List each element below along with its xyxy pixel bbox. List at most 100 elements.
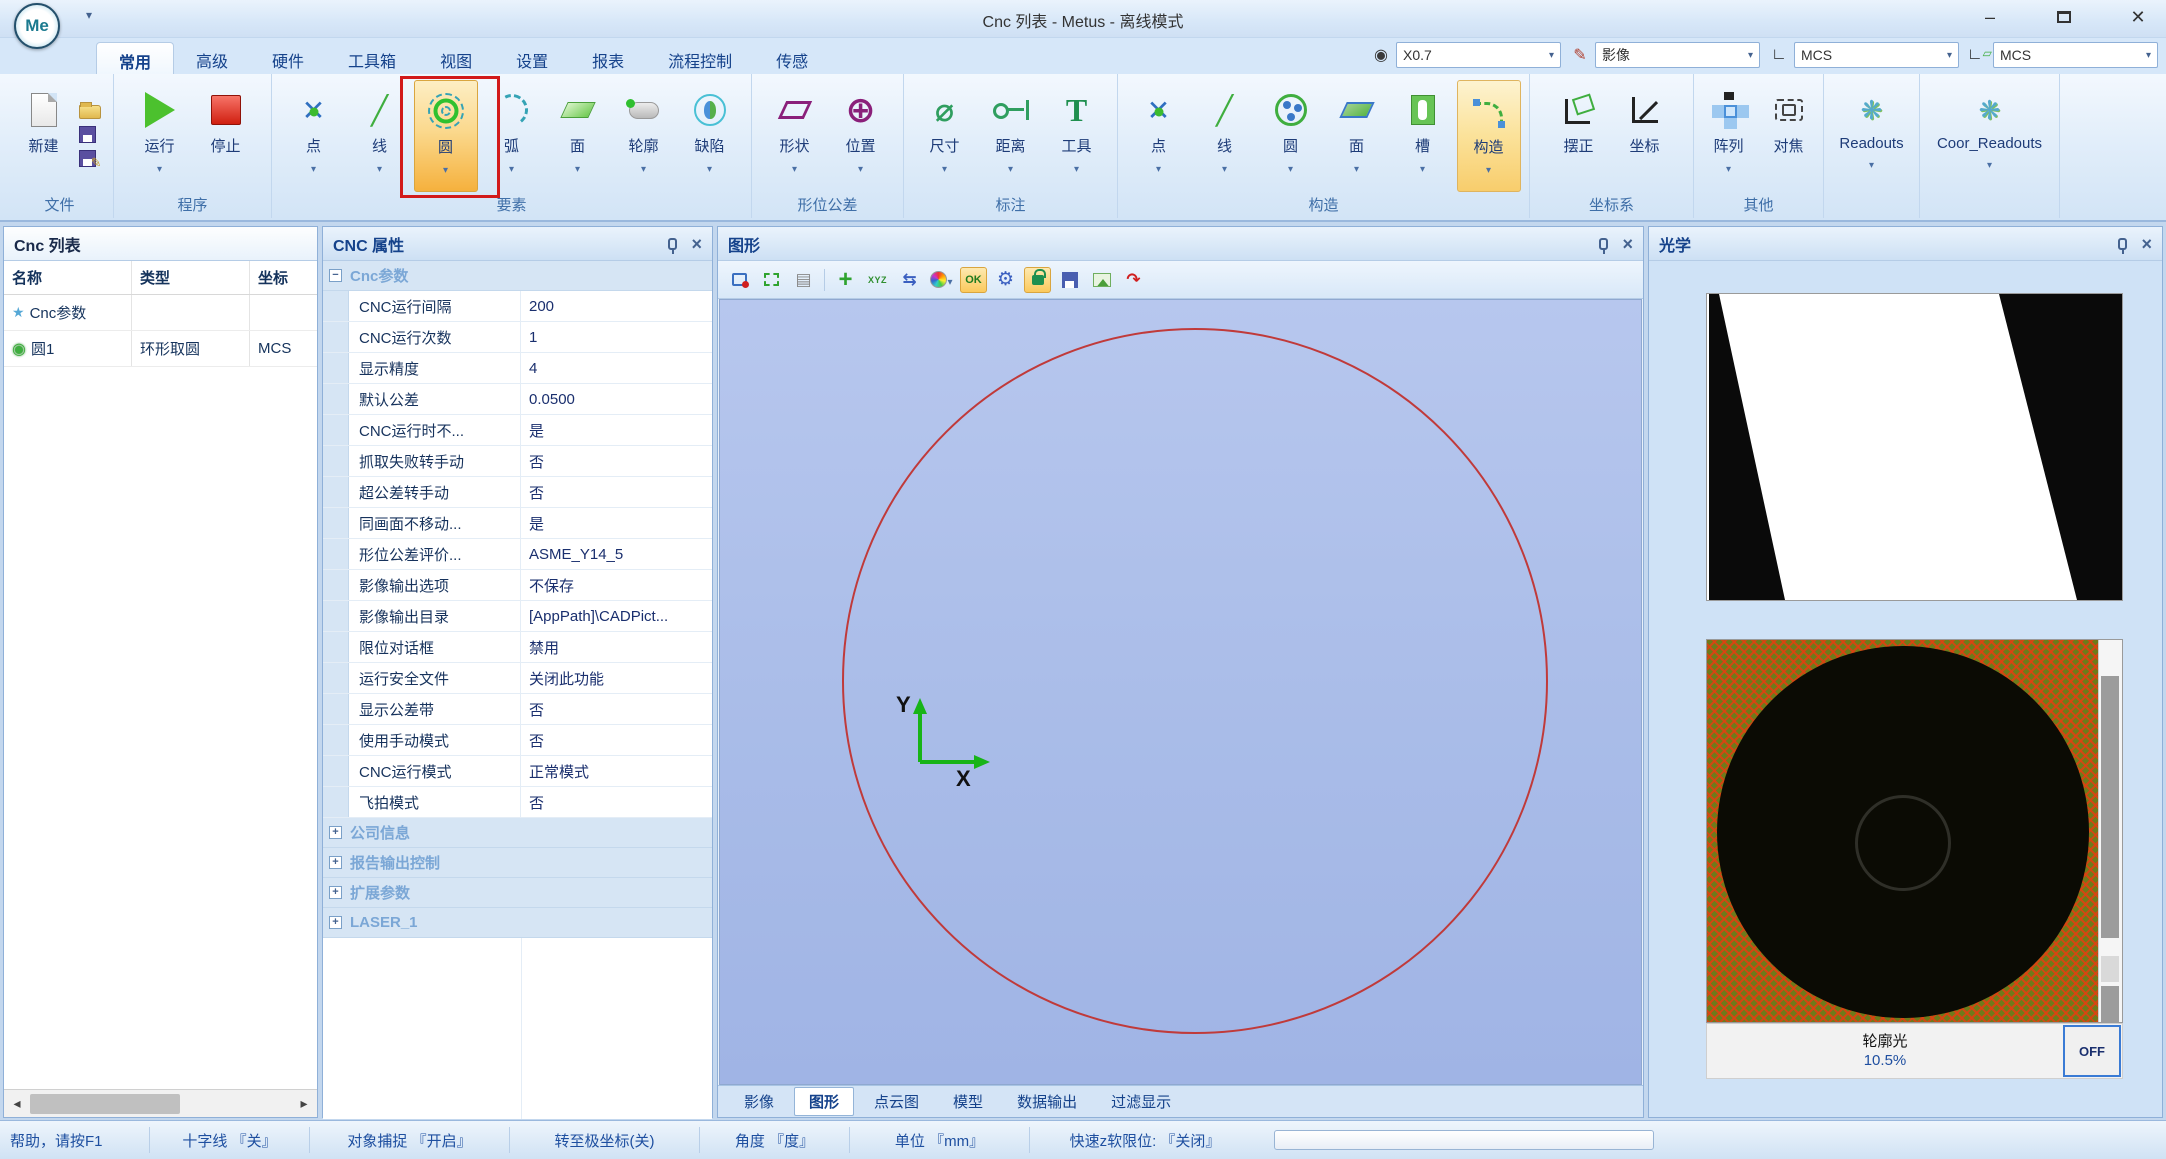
tab-filter-display-view[interactable]: 过滤显示 xyxy=(1097,1088,1185,1115)
measure-circle-button[interactable]: 圆 xyxy=(414,80,478,192)
lock-view-button[interactable] xyxy=(1024,267,1051,293)
collapsed-group[interactable]: 公司信息 xyxy=(323,818,712,848)
measure-point-button[interactable]: 点 xyxy=(282,80,346,192)
pin-icon[interactable] xyxy=(1599,238,1608,250)
gdt-position-button[interactable]: 位置 xyxy=(829,80,893,192)
property-value[interactable]: 不保存 xyxy=(521,570,712,600)
property-value[interactable]: 否 xyxy=(521,787,712,817)
property-value[interactable]: [AppPath]\CADPict... xyxy=(521,601,712,631)
coordinate-button[interactable]: 坐标 xyxy=(1613,80,1677,192)
array-button[interactable]: 阵列 xyxy=(1700,80,1758,192)
settings-button[interactable] xyxy=(992,267,1019,293)
expand-icon[interactable] xyxy=(329,886,342,899)
align-button[interactable]: 摆正 xyxy=(1547,80,1611,192)
annotation-tool-button[interactable]: 工具 xyxy=(1045,80,1109,192)
property-value[interactable]: 4 xyxy=(521,353,712,383)
expand-icon[interactable] xyxy=(329,826,342,839)
tab-home[interactable]: 常用 xyxy=(96,42,174,74)
vertical-scrollbar[interactable] xyxy=(2098,640,2122,1022)
new-file-button[interactable]: 新建 xyxy=(15,80,73,192)
property-value[interactable]: ASME_Y14_5 xyxy=(521,539,712,569)
collapsed-group[interactable]: 报告输出控制 xyxy=(323,848,712,878)
construct-plane-button[interactable]: 面 xyxy=(1325,80,1389,192)
tab-settings[interactable]: 设置 xyxy=(494,42,570,74)
close-button[interactable]: ✕ xyxy=(2120,4,2156,30)
horizontal-scrollbar[interactable]: ◂ ▸ xyxy=(4,1089,317,1117)
measure-line-button[interactable]: 线 xyxy=(348,80,412,192)
tab-advanced[interactable]: 高级 xyxy=(174,42,250,74)
property-value[interactable]: 否 xyxy=(521,725,712,755)
dimension-distance-button[interactable]: 距离 xyxy=(979,80,1043,192)
scroll-left-icon[interactable]: ◂ xyxy=(4,1095,30,1112)
status-crosshair-toggle[interactable]: 十字线 『关』 xyxy=(150,1127,310,1153)
quick-access-caret-icon[interactable]: ▾ xyxy=(86,8,92,22)
status-object-snap-toggle[interactable]: 对象捕捉 『开启』 xyxy=(310,1127,510,1153)
column-header-coord[interactable]: 坐标 xyxy=(250,261,317,294)
measure-defect-button[interactable]: 缺陷 xyxy=(678,80,742,192)
property-value[interactable]: 1 xyxy=(521,322,712,352)
scrollbar-thumb[interactable] xyxy=(30,1094,180,1114)
light-off-button[interactable]: OFF xyxy=(2063,1025,2121,1077)
close-icon[interactable]: × xyxy=(2141,235,2152,253)
property-value[interactable]: 否 xyxy=(521,477,712,507)
tab-view[interactable]: 视图 xyxy=(418,42,494,74)
column-header-name[interactable]: 名称 xyxy=(4,261,132,294)
scroll-right-icon[interactable]: ▸ xyxy=(291,1095,317,1112)
collapsed-group[interactable]: LASER_1 xyxy=(323,908,712,938)
ok-confirm-button[interactable]: OK xyxy=(960,267,987,293)
property-value[interactable]: 是 xyxy=(521,415,712,445)
property-value[interactable]: 0.0500 xyxy=(521,384,712,414)
zoom-level-combo[interactable]: X0.7▾ xyxy=(1370,42,1561,68)
pin-icon[interactable] xyxy=(2118,238,2127,250)
column-header-type[interactable]: 类型 xyxy=(132,261,250,294)
construct-button[interactable]: 构造 xyxy=(1457,80,1521,192)
tab-sensor[interactable]: 传感 xyxy=(754,42,830,74)
tab-pointcloud-view[interactable]: 点云图 xyxy=(860,1088,933,1115)
tab-graphics-view[interactable]: 图形 xyxy=(794,1087,854,1116)
drawing-canvas[interactable]: Y X xyxy=(719,299,1642,1085)
readouts-button[interactable]: Readouts xyxy=(1826,80,1917,192)
image-export-button[interactable] xyxy=(1088,267,1115,293)
minimize-button[interactable]: – xyxy=(1972,4,2008,30)
property-value[interactable]: 否 xyxy=(521,694,712,724)
property-value[interactable]: 200 xyxy=(521,291,712,321)
table-row[interactable]: Cnc参数 xyxy=(4,295,317,331)
status-polar-coord-toggle[interactable]: 转至极坐标(关) xyxy=(510,1127,700,1153)
run-button[interactable]: 运行 xyxy=(128,80,192,192)
light-intensity-value[interactable]: 10.5% xyxy=(1707,1051,2063,1071)
alignment-combo[interactable]: MCS▾ xyxy=(1967,42,2158,68)
sensor-combo[interactable]: 影像▾ xyxy=(1569,42,1760,68)
construct-circle-button[interactable]: 圆 xyxy=(1259,80,1323,192)
expand-icon[interactable] xyxy=(329,916,342,929)
scrollbar-thumb[interactable] xyxy=(2101,676,2119,938)
close-icon[interactable]: × xyxy=(1622,235,1633,253)
coordinate-system-combo[interactable]: MCS▾ xyxy=(1768,42,1959,68)
collapse-icon[interactable] xyxy=(329,269,342,282)
view-region-button[interactable] xyxy=(726,267,753,293)
measure-arc-button[interactable]: 弧 xyxy=(480,80,544,192)
construct-slot-button[interactable]: 槽 xyxy=(1391,80,1455,192)
status-angle-unit[interactable]: 角度 『度』 xyxy=(700,1127,850,1153)
app-menu-button[interactable]: Me xyxy=(14,3,60,49)
tab-report[interactable]: 报表 xyxy=(570,42,646,74)
dimension-size-button[interactable]: 尺寸 xyxy=(913,80,977,192)
tab-data-output-view[interactable]: 数据输出 xyxy=(1003,1088,1091,1115)
open-folder-icon[interactable] xyxy=(79,105,101,119)
stop-button[interactable]: 停止 xyxy=(194,80,258,192)
status-z-limit-toggle[interactable]: 快速z软限位: 『关闭』 xyxy=(1030,1127,1260,1153)
property-group-header[interactable]: Cnc参数 xyxy=(323,261,712,291)
construct-line-button[interactable]: 线 xyxy=(1193,80,1257,192)
color-settings-button[interactable] xyxy=(928,267,955,293)
tab-toolbox[interactable]: 工具箱 xyxy=(326,42,418,74)
measure-contour-button[interactable]: 轮廓 xyxy=(612,80,676,192)
property-value[interactable]: 否 xyxy=(521,446,712,476)
tab-image-view[interactable]: 影像 xyxy=(730,1088,788,1115)
add-feature-button[interactable] xyxy=(832,267,859,293)
redo-button[interactable] xyxy=(1120,267,1147,293)
xyz-readout-button[interactable]: XYZ xyxy=(864,267,891,293)
pin-icon[interactable] xyxy=(668,238,677,250)
close-icon[interactable]: × xyxy=(691,235,702,253)
status-unit[interactable]: 单位 『mm』 xyxy=(850,1127,1030,1153)
table-row[interactable]: 圆1 环形取圆 MCS xyxy=(4,331,317,367)
save-as-icon[interactable] xyxy=(79,150,96,167)
